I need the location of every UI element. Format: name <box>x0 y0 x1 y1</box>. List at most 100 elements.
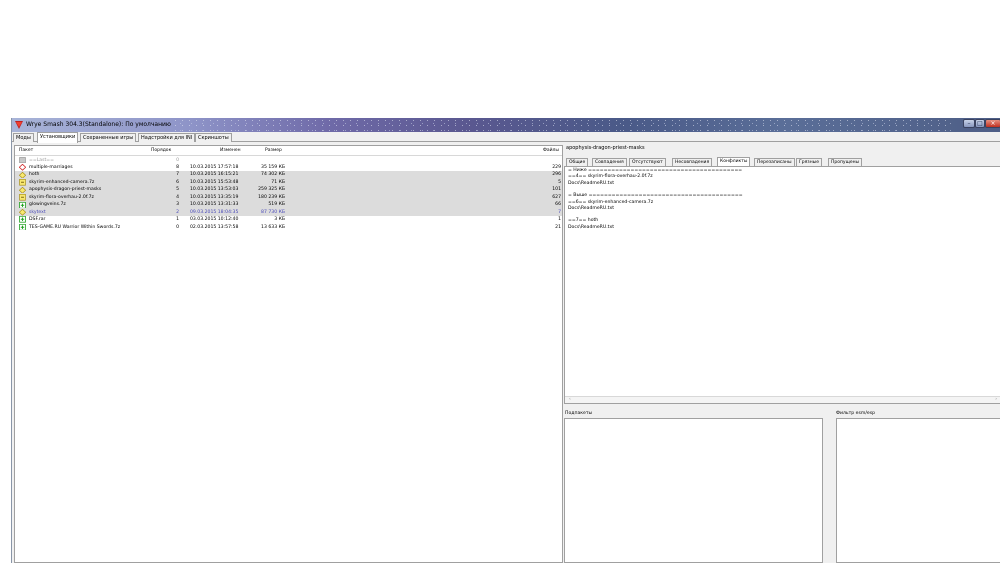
close-button[interactable]: × <box>985 119 1000 128</box>
table-row[interactable]: skyrim-flora-overhau-2.0f.7z 4 10.03.2015 … <box>15 193 562 202</box>
package-modified: 02.03.2015 13:57:58 <box>190 224 239 230</box>
column-package[interactable]: Пакет <box>19 147 33 155</box>
horizontal-scrollbar[interactable]: ‹ › <box>565 396 1000 403</box>
package-modified: 10.03.2015 16:15:21 <box>190 172 239 178</box>
table-row[interactable]: ==Last== 0 <box>15 157 562 164</box>
tab-saves[interactable]: Сохраненные игры <box>80 133 137 142</box>
window-controls: – □ × <box>963 119 1000 129</box>
package-name: skytext <box>29 209 46 215</box>
scroll-left-icon[interactable]: ‹ <box>569 397 571 403</box>
details-panel: apophysis-dragon-priest-masks Общие Совп… <box>564 145 1000 563</box>
package-files: 1 <box>558 217 561 223</box>
diamond-yellow-icon[interactable] <box>19 186 26 194</box>
marker-icon[interactable] <box>19 157 26 164</box>
package-order: 7 <box>176 172 179 178</box>
square-green-icon[interactable] <box>19 223 26 231</box>
column-size[interactable]: Размер <box>265 147 282 155</box>
esm-filter-label: Фильтр esm/esp <box>836 411 876 416</box>
package-order: 3 <box>176 202 179 208</box>
tab-missing[interactable]: Отсутствуют <box>629 158 666 166</box>
package-size: 13 633 КБ <box>261 224 285 230</box>
package-order: 8 <box>176 164 179 170</box>
package-files: 627 <box>552 194 561 200</box>
package-size: 35 159 КБ <box>261 164 285 170</box>
package-size: 259 325 КБ <box>258 187 285 193</box>
table-row[interactable]: hoth 7 10.03.2015 16:15:21 74 302 КБ 296 <box>15 171 562 179</box>
package-size: 519 КБ <box>268 202 285 208</box>
tab-dirty[interactable]: Грязные <box>796 158 822 166</box>
table-row[interactable]: skyrim-enhanced-camera.7z 6 10.03.2015 15:… <box>15 178 562 187</box>
tab-matched[interactable]: Совпадения <box>592 158 627 166</box>
main-tab-bar: Моды Установщики Сохраненные игры Надстр… <box>12 132 1000 143</box>
subpackages-label: Подпакеты <box>565 411 593 416</box>
package-order: 6 <box>176 179 179 185</box>
scroll-right-icon[interactable]: › <box>995 397 997 403</box>
package-name: DSF.rar <box>29 217 46 223</box>
package-files: 7 <box>558 209 561 215</box>
package-files: 296 <box>552 172 561 178</box>
tab-mods[interactable]: Моды <box>13 133 34 142</box>
wrye-app-icon <box>15 121 23 129</box>
package-size: 87 730 КБ <box>261 209 285 215</box>
esm-filter-list[interactable] <box>836 418 1000 563</box>
table-row[interactable]: TES-GAME.RU Warrior Within Swords.7z 0 02.… <box>15 223 562 231</box>
package-modified: 10.03.2015 15:53:48 <box>190 179 239 185</box>
tab-skipped[interactable]: Пропущены <box>828 158 863 166</box>
square-green-icon[interactable] <box>19 216 26 223</box>
package-size: 71 КБ <box>271 179 285 185</box>
package-size: 180 239 КБ <box>258 194 285 200</box>
square-yellow-icon[interactable] <box>19 179 26 186</box>
package-modified: 09.03.2015 18:04:35 <box>190 209 239 215</box>
conflict-line: ==7== hoth <box>568 218 599 224</box>
package-order: 5 <box>176 187 179 193</box>
tab-ini-tweaks[interactable]: Надстройки для INI <box>138 133 196 142</box>
diamond-yellow-icon[interactable] <box>19 171 26 179</box>
table-row[interactable]: apophysis-dragon-priest-masks 5 10.03.2015… <box>15 186 562 194</box>
selected-package-name: apophysis-dragon-priest-masks <box>566 145 645 151</box>
package-modified: 10.03.2015 17:57:18 <box>190 164 239 170</box>
tab-general[interactable]: Общие <box>566 158 589 166</box>
table-row[interactable]: glowingveins.7z 3 10.03.2015 13:31:33 519 К… <box>15 201 562 209</box>
tab-installers[interactable]: Установщики <box>37 132 79 143</box>
package-size: 74 302 КБ <box>261 172 285 178</box>
package-modified: 10.03.2015 13:53:03 <box>190 187 239 193</box>
package-name: ==Last== <box>29 157 54 163</box>
conflict-line: ==4== skyrim-flora-overhau-2.0f.7z <box>568 174 653 180</box>
installers-list[interactable]: Пакет Порядок Изменен Размер Файлы ==Las… <box>14 145 563 563</box>
table-row[interactable]: skytext 2 09.03.2015 18:04:35 87 730 КБ 7 <box>15 208 562 217</box>
minimize-button[interactable]: – <box>963 119 975 128</box>
table-row[interactable]: multiple-marriages 8 10.03.2015 17:57:18 35… <box>15 164 562 171</box>
package-modified: 10.03.2015 13:35:19 <box>190 194 239 200</box>
tab-screenshots[interactable]: Скриншоты <box>195 133 232 142</box>
tab-mismatched[interactable]: Несовпадения <box>672 158 713 166</box>
conflicts-text[interactable]: = Ниже =================================… <box>564 166 1000 404</box>
package-files: 21 <box>555 224 561 230</box>
diamond-red-icon[interactable] <box>19 164 26 171</box>
package-files: 101 <box>552 187 561 193</box>
column-files[interactable]: Файлы <box>543 147 559 155</box>
column-order[interactable]: Порядок <box>151 147 171 155</box>
square-yellow-icon[interactable] <box>19 194 26 201</box>
package-files: 66 <box>555 202 561 208</box>
package-name: TES-GAME.RU Warrior Within Swords.7z <box>29 224 121 230</box>
column-modified[interactable]: Изменен <box>220 147 241 155</box>
conflict-line: Docs\ReadmeRU.txt <box>568 205 614 211</box>
square-green-icon[interactable] <box>19 201 26 209</box>
tab-overridden[interactable]: Перезаписаны <box>754 158 795 166</box>
table-row[interactable]: DSF.rar 1 03.03.2015 10:12:40 3 КБ 1 <box>15 216 562 223</box>
package-name: glowingveins.7z <box>29 202 66 208</box>
package-size: 3 КБ <box>274 217 285 223</box>
package-files: 229 <box>552 164 561 170</box>
package-order: 0 <box>176 224 179 230</box>
conflict-line: = Выше =================================… <box>568 193 743 199</box>
title-bar[interactable]: Wrye Smash 304.3(Standalone): По умолчан… <box>12 118 1000 132</box>
subpackages-list[interactable] <box>564 418 823 563</box>
maximize-button[interactable]: □ <box>975 119 985 128</box>
tab-conflicts[interactable]: Конфликты <box>717 157 751 166</box>
conflict-line: Docs\ReadmeRU.txt <box>568 180 614 186</box>
conflict-line: ==6== skyrim-enhanced-camera.7z <box>568 199 654 205</box>
package-name: apophysis-dragon-priest-masks <box>29 187 102 193</box>
package-name: skyrim-enhanced-camera.7z <box>29 179 95 185</box>
package-order: 4 <box>176 194 179 200</box>
diamond-yellow-icon[interactable] <box>19 209 26 216</box>
